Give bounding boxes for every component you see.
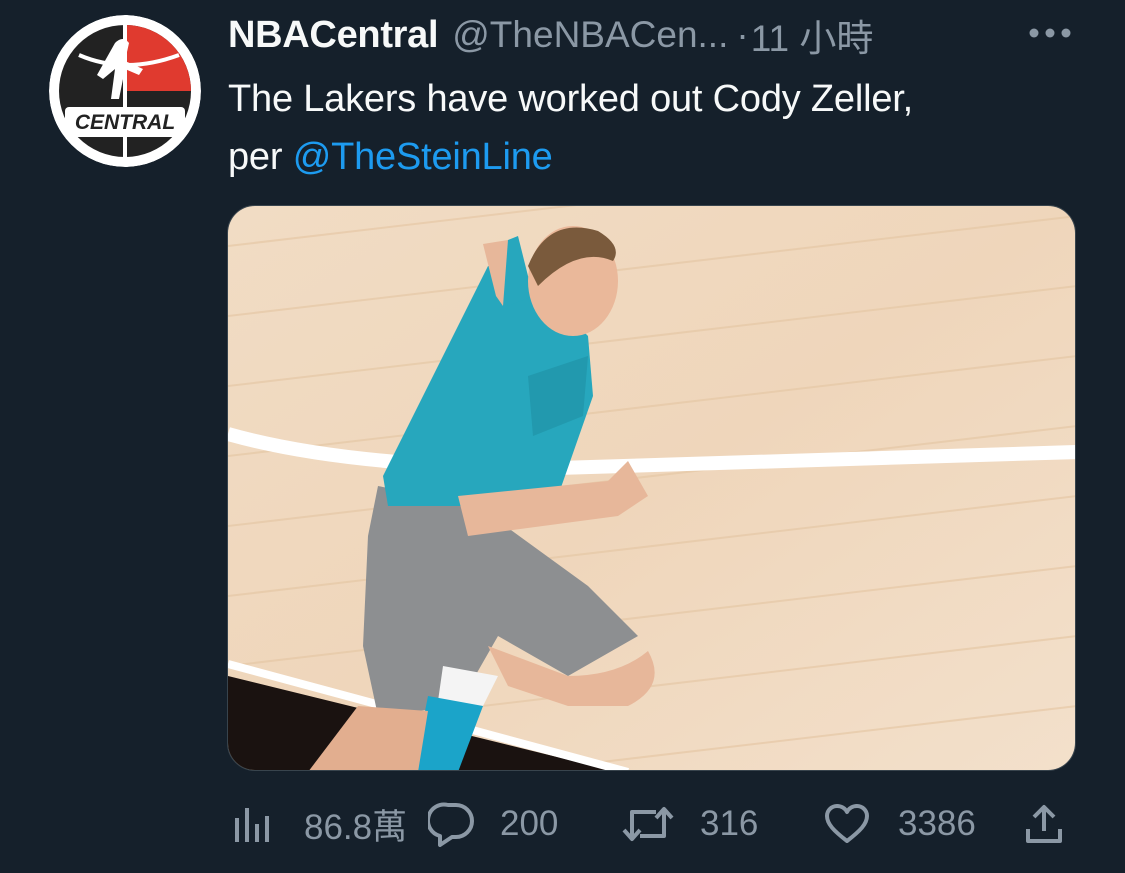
author-display-name[interactable]: NBACentral [228,14,439,57]
tweet-text-prefix: per [228,136,293,178]
retweet-icon [622,807,674,841]
heart-icon [825,804,869,843]
like-count: 3386 [898,804,976,843]
tweet-text-line-1: The Lakers have worked out Cody Zeller, [228,78,913,120]
tweet-header: NBACentral @TheNBACen... · 11 小時 [228,12,873,60]
avatar-logo-text: CENTRAL [75,111,175,134]
more-horizontal-icon [1029,28,1071,38]
tweet-action-bar: 86.8萬 200 316 3386 [228,795,1078,853]
like-button[interactable]: 3386 [824,795,976,853]
reply-count: 200 [500,804,559,843]
tweet-text-line-2: per @TheSteinLine [228,128,1088,186]
views-button[interactable]: 86.8萬 [232,795,407,853]
tweet-card: CENTRAL NBACentral @TheNBACen... · 11 小時… [0,0,1125,873]
retweet-count: 316 [700,804,759,843]
author-handle[interactable]: @TheNBACen... [452,14,728,56]
tweet-media-photo[interactable] [227,205,1076,771]
tweet-timestamp[interactable]: 11 小時 [751,8,874,62]
mention-link[interactable]: @TheSteinLine [293,136,553,178]
author-avatar[interactable]: CENTRAL [49,15,201,167]
player-photo [228,206,1075,770]
tweet-text: The Lakers have worked out Cody Zeller, … [228,70,1088,186]
share-upload-icon [1026,805,1062,843]
reply-bubble-icon [428,802,474,847]
share-button[interactable] [1024,795,1064,853]
more-options-button[interactable] [1024,18,1076,48]
views-count: 86.8萬 [304,807,408,847]
retweet-button[interactable]: 316 [622,795,758,853]
views-bar-chart-icon [235,808,269,842]
header-separator: · [736,14,749,55]
reply-button[interactable]: 200 [428,795,558,853]
nba-central-logo: CENTRAL [49,15,201,167]
